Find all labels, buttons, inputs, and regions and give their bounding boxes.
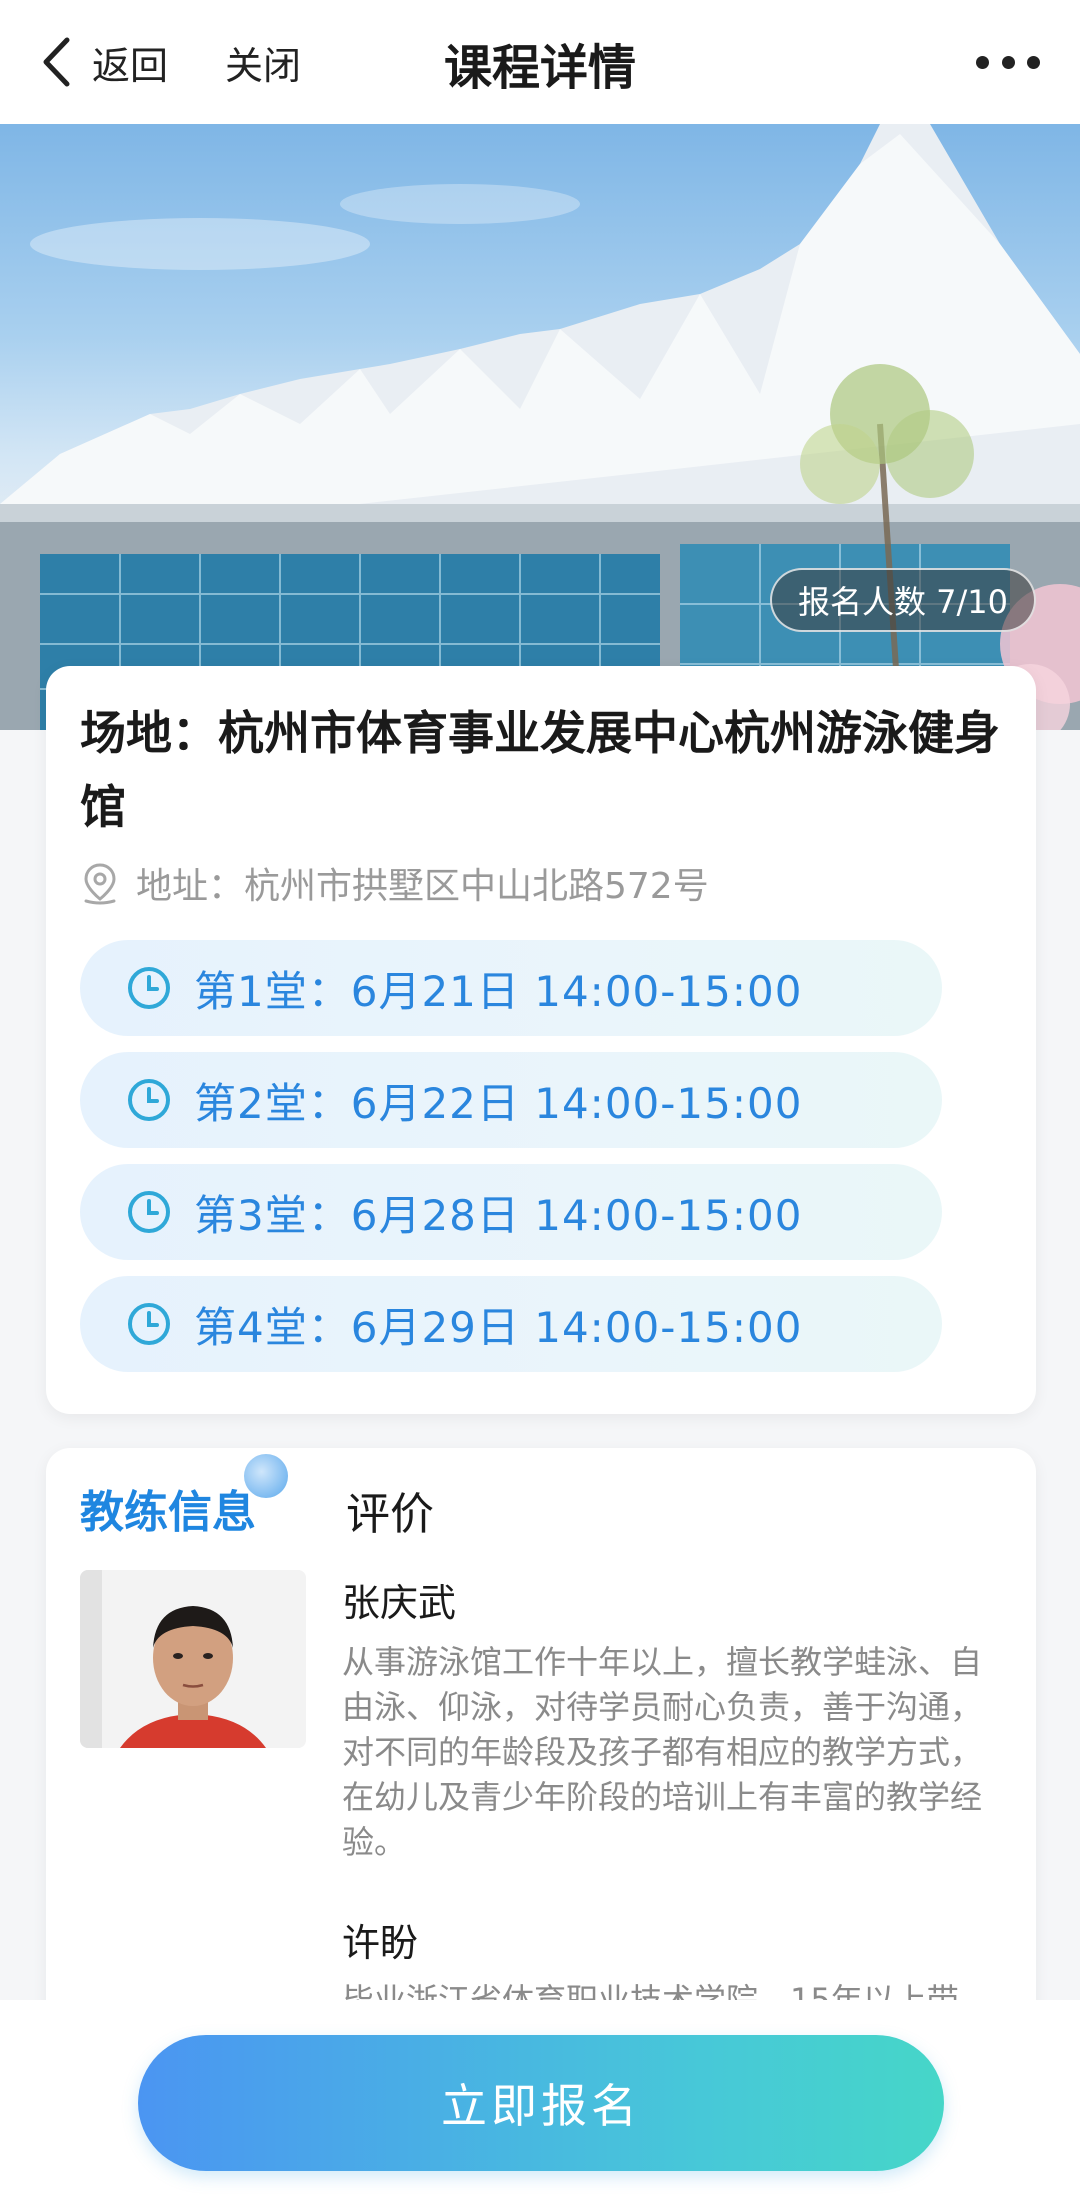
- coach-avatar: [80, 1570, 306, 1748]
- bottom-action-bar: 立即报名: [0, 2000, 1080, 2205]
- course-detail-page: 返回 关闭 课程详情 报名人数 7/10 场地：杭州市体育事业发展中心杭州游泳健…: [0, 0, 1080, 2205]
- signup-button[interactable]: 立即报名: [138, 2035, 944, 2171]
- venue-title: 场地：杭州市体育事业发展中心杭州游泳健身馆: [80, 706, 1000, 834]
- session-item: 第4堂：6月29日 14:00-15:00: [80, 1276, 942, 1372]
- session-time: 第4堂：6月29日 14:00-15:00: [194, 1302, 803, 1352]
- back-label: 返回: [92, 43, 169, 88]
- session-item: 第3堂：6月28日 14:00-15:00: [80, 1164, 942, 1260]
- more-options-icon[interactable]: [976, 46, 1040, 78]
- venue-address: 地址：杭州市拱墅区中山北路572号: [136, 866, 709, 907]
- tab-coach-info[interactable]: 教练信息: [80, 1476, 256, 1540]
- address-row: 地址：杭州市拱墅区中山北路572号: [80, 856, 709, 910]
- back-button[interactable]: 返回: [36, 30, 168, 94]
- coach-description: 从事游泳馆工作十年以上，擅长教学蛙泳、自由泳、仰泳，对待学员耐心负责，善于沟通，…: [342, 1643, 983, 1861]
- clock-icon: [128, 1079, 170, 1121]
- close-button[interactable]: 关闭: [225, 30, 301, 94]
- session-item: 第2堂：6月22日 14:00-15:00: [80, 1052, 942, 1148]
- session-list: 第1堂：6月21日 14:00-15:00 第2堂：6月22日 14:00-15…: [80, 940, 942, 1388]
- top-nav-bar: 返回 关闭 课程详情: [0, 0, 1080, 124]
- clock-icon: [128, 1191, 170, 1233]
- venue-info-card: 场地：杭州市体育事业发展中心杭州游泳健身馆 地址：杭州市拱墅区中山北路572号 …: [46, 666, 1036, 1414]
- location-pin-icon: [84, 863, 116, 905]
- session-time: 第1堂：6月21日 14:00-15:00: [194, 966, 803, 1016]
- venue-building-illustration: [0, 124, 1080, 730]
- clock-icon: [128, 967, 170, 1009]
- active-tab-indicator: [244, 1454, 288, 1498]
- tab-reviews[interactable]: 评价: [346, 1478, 434, 1542]
- clock-icon: [128, 1303, 170, 1345]
- coach-info-card: 教练信息 评价 张庆武 从事游泳馆工作十年以上，擅长教学蛙泳、自由泳、仰泳，对待…: [46, 1448, 1036, 2088]
- session-item: 第1堂：6月21日 14:00-15:00: [80, 940, 942, 1036]
- session-time: 第3堂：6月28日 14:00-15:00: [194, 1190, 803, 1240]
- session-time: 第2堂：6月22日 14:00-15:00: [194, 1078, 803, 1128]
- coach-name: 张庆武: [342, 1581, 457, 1625]
- venue-hero-image: 报名人数 7/10: [0, 124, 1080, 730]
- enrollment-count-badge: 报名人数 7/10: [769, 568, 1036, 632]
- chevron-left-icon: [36, 34, 76, 90]
- coach-name: 许盼: [342, 1921, 419, 1965]
